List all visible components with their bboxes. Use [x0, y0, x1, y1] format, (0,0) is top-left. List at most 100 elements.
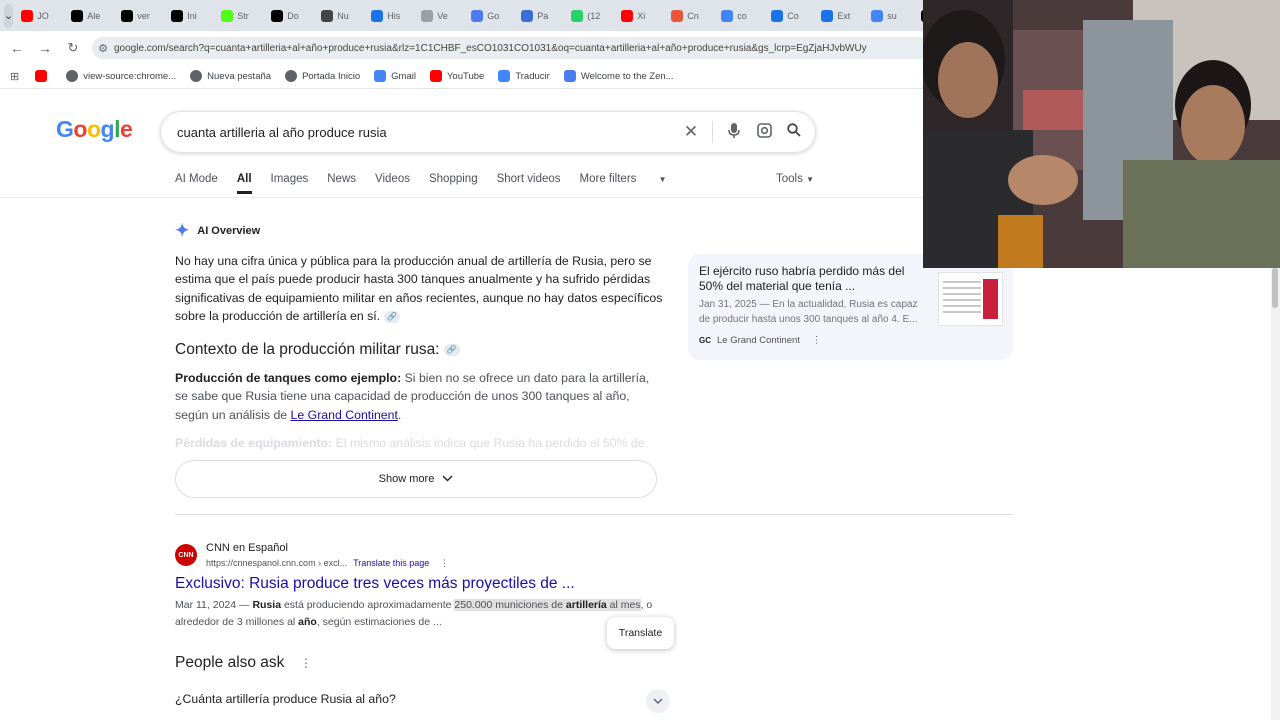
more-options-icon[interactable]: ⋮ — [440, 558, 449, 568]
filter-news[interactable]: News — [327, 173, 356, 194]
google-icon — [721, 9, 734, 22]
search-icon[interactable] — [779, 123, 809, 141]
show-more-button[interactable]: Show more — [175, 460, 657, 498]
tab-strip: ⌄ JO Ale ver Ini Str Do Nu His Ve Go Pa (12 Xi Cn co Co… — [0, 0, 923, 31]
scrollbar[interactable] — [1271, 268, 1280, 720]
youtube-icon — [21, 9, 34, 22]
scrollbar-thumb[interactable] — [1272, 268, 1278, 308]
microphone-icon[interactable] — [719, 122, 749, 142]
caret-down-icon: ▼ — [658, 175, 667, 184]
search-input[interactable]: cuanta artilleria al año produce rusia — [177, 125, 676, 140]
header-divider — [0, 197, 923, 198]
bookmark-label: view-source:chrome... — [83, 70, 177, 82]
snippet-text: está produciendo aproximadamente — [281, 599, 455, 611]
tab-label: Xi — [637, 10, 646, 21]
browser-tab[interactable]: Str — [213, 9, 263, 22]
paa-question[interactable]: ¿Cuánta artillería produce Rusia al año? — [175, 692, 396, 706]
reload-button[interactable]: ↻ — [59, 40, 87, 56]
translate-popup-button[interactable]: Translate — [607, 617, 674, 649]
bookmark-item[interactable]: YouTube — [429, 70, 485, 82]
tools-button[interactable]: Tools ▼ — [776, 173, 814, 185]
result-title[interactable]: Exclusivo: Rusia produce tres veces más … — [175, 575, 575, 593]
address-bar[interactable]: ⚙ google.com/search?q=cuanta+artilleria+… — [92, 37, 923, 59]
filter-more-filters[interactable]: More filters ▼ — [580, 173, 686, 194]
site-info-icon[interactable]: ⚙ — [92, 42, 114, 55]
bookmark-item[interactable]: view-source:chrome... — [66, 70, 176, 82]
webcam-overlay — [923, 0, 1280, 268]
translate-page-link[interactable]: Translate this page — [353, 558, 429, 568]
browser-tab[interactable]: Pa — [513, 9, 563, 22]
browser-tab[interactable]: Go — [463, 9, 513, 22]
google-logo[interactable]: Google — [56, 116, 133, 143]
bullet-end: . — [397, 407, 402, 422]
ai-overview-header: ✦ AI Overview — [175, 222, 260, 239]
filter-ai-mode[interactable]: AI Mode — [175, 173, 218, 194]
bookmark-item[interactable] — [35, 70, 52, 82]
gemini-sparkle-icon: ✦ — [175, 221, 190, 240]
browser-tab[interactable]: JO — [13, 9, 63, 22]
source-link[interactable]: Le Grand Continent — [291, 408, 398, 422]
section-divider — [175, 514, 1013, 515]
browser-tab[interactable]: Xi — [613, 9, 663, 22]
browser-tab[interactable]: Cn — [663, 9, 713, 22]
tab-label: Pa — [537, 10, 549, 21]
filter-images[interactable]: Images — [271, 173, 309, 194]
bookmark-item[interactable]: Welcome to the Zen... — [563, 70, 674, 82]
browser-tab[interactable]: Ext — [813, 9, 863, 22]
bullet-bold-text: Producción de tanques como ejemplo: — [175, 371, 402, 385]
filter-short-videos[interactable]: Short videos — [497, 173, 561, 194]
browser-tab[interactable]: co — [713, 9, 763, 22]
browser-tab[interactable]: su — [863, 9, 913, 22]
filter-videos[interactable]: Videos — [375, 173, 410, 194]
lens-icon[interactable] — [749, 122, 779, 142]
chevron-down-icon[interactable] — [646, 689, 670, 713]
cn-icon — [671, 9, 684, 22]
faded-bold-text: Pérdidas de equipamiento: — [175, 436, 333, 450]
youtube-icon — [35, 70, 48, 82]
tab-label: Ale — [87, 10, 101, 21]
browser-tab[interactable]: Do — [263, 9, 313, 22]
browser-tab[interactable]: Nu — [313, 9, 363, 22]
divider — [712, 121, 713, 143]
bookmark-label: YouTube — [446, 70, 485, 82]
tab-label: Ext — [837, 10, 851, 21]
browser-tab[interactable]: (12 — [563, 9, 613, 22]
link-icon[interactable]: 🔗 — [384, 310, 401, 323]
search-box[interactable]: cuanta artilleria al año produce rusia ✕ — [160, 111, 816, 153]
ai-source-card[interactable]: El ejército ruso habría perdido más del … — [688, 254, 1013, 360]
tab-label: Nu — [337, 10, 349, 21]
browser-tab[interactable]: Ve — [413, 9, 463, 22]
bookmark-item[interactable]: Gmail — [374, 70, 416, 82]
browser-tab[interactable]: Ale — [63, 9, 113, 22]
result-url-text[interactable]: https://cnnespanol.cnn.com › excl... — [206, 558, 347, 568]
back-button[interactable]: ← — [3, 40, 31, 56]
source-title[interactable]: El ejército ruso habría perdido más del … — [699, 264, 919, 294]
tab-search-button[interactable]: ⌄ — [4, 3, 14, 28]
filter-all[interactable]: All — [236, 173, 252, 194]
webcam-image — [923, 0, 1280, 268]
browser-tab[interactable]: Co — [763, 9, 813, 22]
browser-tab[interactable]: Ini — [163, 9, 213, 22]
filter-shopping[interactable]: Shopping — [429, 173, 478, 194]
result-site-name[interactable]: CNN en Español — [206, 542, 288, 554]
bookmark-label: Portada Inicio — [302, 70, 361, 82]
apps-grid-icon[interactable]: ⊞ — [10, 70, 19, 83]
browser-tab[interactable]: Ed — [913, 9, 923, 22]
source-thumbnail — [938, 272, 1003, 326]
ai-overview-intro: No hay una cifra única y pública para la… — [175, 252, 663, 326]
more-options-icon[interactable]: ⋮ — [300, 656, 312, 670]
x-icon — [71, 9, 84, 22]
clear-icon[interactable]: ✕ — [676, 122, 706, 142]
bookmark-item[interactable]: Portada Inicio — [285, 70, 360, 82]
globe-icon — [190, 70, 203, 82]
more-options-icon[interactable]: ⋮ — [812, 335, 822, 346]
browser-tab[interactable]: His — [363, 9, 413, 22]
browser-tab[interactable]: ver — [113, 9, 163, 22]
link-icon[interactable]: 🔗 — [443, 343, 460, 356]
bookmark-item[interactable]: Nueva pestaña — [190, 70, 271, 82]
bookmark-item[interactable]: Traducir — [498, 70, 550, 82]
tab-label: Str — [237, 10, 249, 21]
forward-button[interactable]: → — [31, 40, 59, 56]
more-filters-label: More filters — [579, 173, 637, 185]
gemini-icon — [471, 9, 484, 22]
